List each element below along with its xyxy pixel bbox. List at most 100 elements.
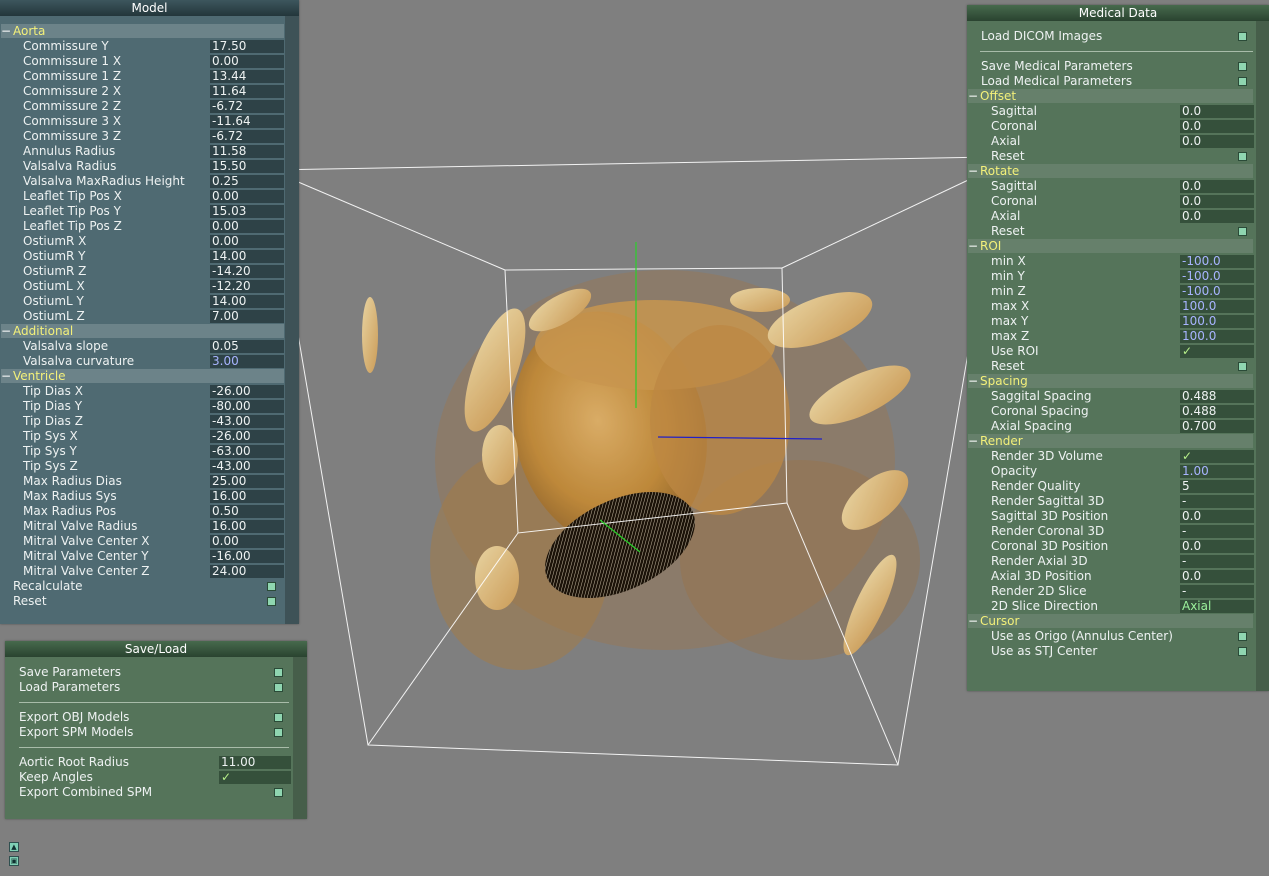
button-icon[interactable] — [274, 668, 283, 677]
button-icon[interactable] — [267, 597, 276, 606]
param-value-field[interactable]: 0.05 — [210, 340, 284, 353]
section-header-cursor[interactable]: − Cursor — [968, 614, 1253, 628]
param-value-field[interactable]: 0.0 — [1180, 540, 1254, 553]
param-value-field[interactable]: 17.50 — [210, 40, 284, 53]
param-row-use-as-stj-center[interactable]: Use as STJ Center — [967, 644, 1252, 659]
param-value-field[interactable]: 13.44 — [210, 70, 284, 83]
param-value-field[interactable]: Axial — [1180, 600, 1254, 613]
param-value-field[interactable]: ✓ — [219, 771, 291, 784]
param-value-field[interactable]: 7.00 — [210, 310, 284, 323]
section-header-additional[interactable]: − Additional — [1, 324, 284, 338]
model-scrollbar[interactable] — [285, 16, 299, 624]
param-value-field[interactable]: -43.00 — [210, 415, 284, 428]
param-row-export-obj-models[interactable]: Export OBJ Models — [5, 710, 289, 725]
param-value-field[interactable]: - — [1180, 525, 1254, 538]
button-icon[interactable] — [274, 728, 283, 737]
param-value-field[interactable]: 16.00 — [210, 520, 284, 533]
param-value-field[interactable]: -6.72 — [210, 130, 284, 143]
model-panel-title[interactable]: Model — [0, 0, 299, 16]
param-value-field[interactable]: 0.00 — [210, 55, 284, 68]
param-value-field[interactable]: 14.00 — [210, 295, 284, 308]
param-value-field[interactable]: 0.0 — [1180, 120, 1254, 133]
collapse-icon[interactable]: − — [1, 24, 11, 38]
param-value-field[interactable]: 1.00 — [1180, 465, 1254, 478]
collapse-icon[interactable]: − — [968, 239, 978, 253]
button-icon[interactable] — [1238, 77, 1247, 86]
param-value-field[interactable]: 0.700 — [1180, 420, 1254, 433]
param-value-field[interactable]: ✓ — [1180, 450, 1254, 463]
button-icon[interactable] — [1238, 227, 1247, 236]
button-icon[interactable] — [1238, 362, 1247, 371]
param-value-field[interactable]: 14.00 — [210, 250, 284, 263]
minimize-icon[interactable]: ▲ — [9, 842, 19, 852]
param-value-field[interactable]: 0.0 — [1180, 570, 1254, 583]
param-row-load-parameters[interactable]: Load Parameters — [5, 680, 289, 695]
param-value-field[interactable]: -100.0 — [1180, 270, 1254, 283]
param-value-field[interactable]: -6.72 — [210, 100, 284, 113]
collapse-icon[interactable]: − — [968, 89, 978, 103]
button-icon[interactable] — [267, 582, 276, 591]
param-row-recalculate[interactable]: Recalculate — [0, 579, 282, 594]
param-value-field[interactable]: 15.50 — [210, 160, 284, 173]
param-value-field[interactable]: 0.488 — [1180, 405, 1254, 418]
button-icon[interactable] — [274, 788, 283, 797]
param-row-load-medical-parameters[interactable]: Load Medical Parameters — [967, 74, 1252, 89]
param-value-field[interactable]: 3.00 — [210, 355, 284, 368]
medical-panel-title[interactable]: Medical Data — [967, 5, 1269, 21]
section-header-render[interactable]: − Render — [968, 434, 1253, 448]
param-value-field[interactable]: 5 — [1180, 480, 1254, 493]
param-row-reset[interactable]: Reset — [0, 594, 282, 609]
param-value-field[interactable]: -26.00 — [210, 430, 284, 443]
param-value-field[interactable]: -43.00 — [210, 460, 284, 473]
param-row-save-medical-parameters[interactable]: Save Medical Parameters — [967, 59, 1252, 74]
section-header-roi[interactable]: − ROI — [968, 239, 1253, 253]
button-icon[interactable] — [274, 683, 283, 692]
saveload-scrollbar[interactable] — [293, 657, 307, 819]
param-row-use-as-origo-annulus-center[interactable]: Use as Origo (Annulus Center) — [967, 629, 1252, 644]
param-value-field[interactable]: -26.00 — [210, 385, 284, 398]
param-value-field[interactable]: 0.25 — [210, 175, 284, 188]
collapse-icon[interactable]: − — [1, 369, 11, 383]
param-value-field[interactable]: 0.0 — [1180, 180, 1254, 193]
param-row-reset[interactable]: Reset — [967, 224, 1252, 239]
param-value-field[interactable]: 0.00 — [210, 235, 284, 248]
param-value-field[interactable]: ✓ — [1180, 345, 1254, 358]
param-value-field[interactable]: - — [1180, 555, 1254, 568]
param-value-field[interactable]: - — [1180, 495, 1254, 508]
param-value-field[interactable]: 0.0 — [1180, 135, 1254, 148]
param-value-field[interactable]: -12.20 — [210, 280, 284, 293]
section-header-ventricle[interactable]: − Ventricle — [1, 369, 284, 383]
param-value-field[interactable]: -14.20 — [210, 265, 284, 278]
param-value-field[interactable]: 11.64 — [210, 85, 284, 98]
section-header-offset[interactable]: − Offset — [968, 89, 1253, 103]
restore-icon[interactable]: ▣ — [9, 856, 19, 866]
param-value-field[interactable]: 100.0 — [1180, 330, 1254, 343]
button-icon[interactable] — [1238, 632, 1247, 641]
collapse-icon[interactable]: − — [968, 164, 978, 178]
param-row-reset[interactable]: Reset — [967, 149, 1252, 164]
param-row-reset[interactable]: Reset — [967, 359, 1252, 374]
param-value-field[interactable]: 100.0 — [1180, 315, 1254, 328]
param-value-field[interactable]: -80.00 — [210, 400, 284, 413]
button-icon[interactable] — [1238, 32, 1247, 41]
param-value-field[interactable]: 0.50 — [210, 505, 284, 518]
button-icon[interactable] — [1238, 152, 1247, 161]
param-row-export-combined-spm[interactable]: Export Combined SPM — [5, 785, 289, 800]
saveload-panel-title[interactable]: Save/Load — [5, 641, 307, 657]
collapse-icon[interactable]: − — [1, 324, 11, 338]
button-icon[interactable] — [1238, 647, 1247, 656]
param-value-field[interactable]: 24.00 — [210, 565, 284, 578]
param-value-field[interactable]: -11.64 — [210, 115, 284, 128]
medical-scrollbar[interactable] — [1256, 21, 1269, 691]
button-icon[interactable] — [274, 713, 283, 722]
param-value-field[interactable]: -100.0 — [1180, 255, 1254, 268]
param-value-field[interactable]: 0.0 — [1180, 210, 1254, 223]
param-value-field[interactable]: 0.00 — [210, 190, 284, 203]
param-row-export-spm-models[interactable]: Export SPM Models — [5, 725, 289, 740]
param-value-field[interactable]: 0.0 — [1180, 510, 1254, 523]
param-value-field[interactable]: 11.00 — [219, 756, 291, 769]
param-value-field[interactable]: 0.0 — [1180, 105, 1254, 118]
section-header-rotate[interactable]: − Rotate — [968, 164, 1253, 178]
param-value-field[interactable]: 0.488 — [1180, 390, 1254, 403]
section-header-spacing[interactable]: − Spacing — [968, 374, 1253, 388]
